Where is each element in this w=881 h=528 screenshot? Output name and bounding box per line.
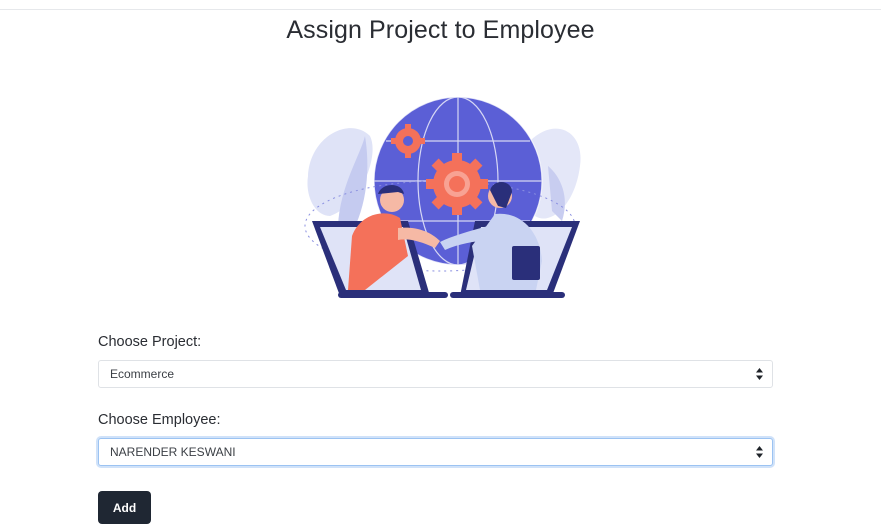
select-updown-icon (756, 446, 763, 458)
header-divider (0, 9, 881, 10)
employee-label: Choose Employee: (98, 412, 221, 428)
project-select[interactable]: Ecommerce (98, 360, 773, 388)
project-label: Choose Project: (98, 334, 202, 350)
page-title: Assign Project to Employee (286, 16, 595, 44)
employee-select-value: NARENDER KESWANI (110, 445, 236, 459)
handshake-globe-illustration (290, 96, 590, 301)
employee-select[interactable]: NARENDER KESWANI (98, 438, 773, 466)
add-button[interactable]: Add (98, 491, 151, 524)
select-updown-icon (756, 368, 763, 380)
project-select-value: Ecommerce (110, 367, 175, 381)
